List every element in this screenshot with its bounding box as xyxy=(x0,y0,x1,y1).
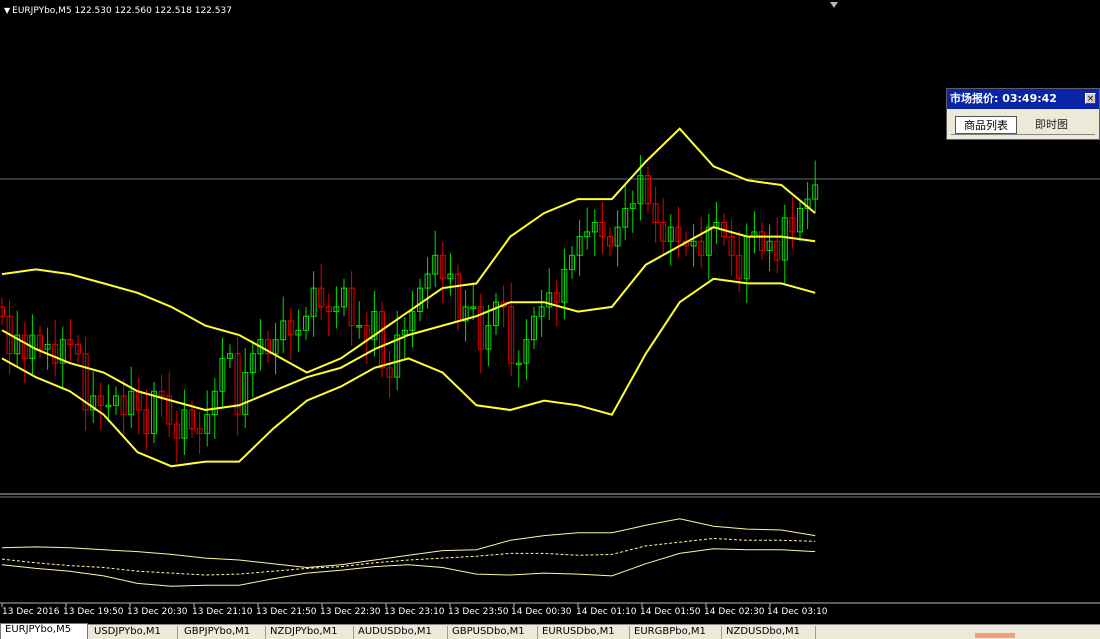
chart-header: ▼ EURJPYbo,M5 122.530 122.560 122.518 122… xyxy=(4,6,232,16)
indicator-lower-line xyxy=(1,548,816,587)
time-label: 14 Dec 01:10 xyxy=(576,607,637,617)
tab-nzdusd[interactable]: NZDUSDbo,M1 xyxy=(722,626,816,639)
close-icon[interactable]: × xyxy=(1085,93,1096,104)
time-label: 14 Dec 01:50 xyxy=(640,607,701,617)
tab-gbpjpy[interactable]: GBPJPYbo,M1 xyxy=(180,626,266,639)
market-watch-divider xyxy=(951,134,1095,135)
tab-tick-chart[interactable]: 即时图 xyxy=(1027,116,1076,134)
symbol-ohlc-text: EURJPYbo,M5 122.530 122.560 122.518 122.… xyxy=(12,6,232,16)
candles-group xyxy=(0,155,819,463)
time-label: 13 Dec 2016 xyxy=(2,607,60,617)
tab-gbpusd[interactable]: GBPUSDbo,M1 xyxy=(448,626,538,639)
chart-canvas[interactable] xyxy=(0,0,1100,638)
time-label: 13 Dec 20:30 xyxy=(127,607,188,617)
market-watch-window[interactable]: 市场报价: 03:49:42 × 商品列表 即时图 xyxy=(946,88,1100,140)
time-label: 14 Dec 03:10 xyxy=(767,607,828,617)
tab-nzdjpy[interactable]: NZDJPYbo,M1 xyxy=(266,626,354,639)
tab-audusd[interactable]: AUDUSDbo,M1 xyxy=(354,626,448,639)
tab-usdjpy[interactable]: USDJPYbo,M1 xyxy=(90,626,178,639)
tab-eurusd[interactable]: EURUSDbo,M1 xyxy=(538,626,630,639)
market-watch-title[interactable]: 市场报价: 03:49:42 xyxy=(947,89,1099,109)
time-label: 14 Dec 00:30 xyxy=(511,607,572,617)
time-label: 14 Dec 02:30 xyxy=(704,607,765,617)
indicator-pane xyxy=(1,518,816,587)
time-label: 13 Dec 22:30 xyxy=(320,607,381,617)
time-label: 13 Dec 23:10 xyxy=(384,607,445,617)
symbol-tab-bar: EURJPYbo,M5 USDJPYbo,M1 GBPJPYbo,M1 NZDJ… xyxy=(0,623,1100,639)
scroll-marker xyxy=(975,633,1015,638)
tab-symbols[interactable]: 商品列表 xyxy=(955,116,1017,134)
shift-arrow-icon[interactable] xyxy=(830,2,838,8)
time-label: 13 Dec 21:50 xyxy=(256,607,317,617)
time-label: 13 Dec 23:50 xyxy=(448,607,509,617)
tab-eurjpy[interactable]: EURJPYbo,M5 xyxy=(0,623,88,639)
dropdown-triangle-icon[interactable]: ▼ xyxy=(4,6,10,15)
time-label: 13 Dec 21:10 xyxy=(192,607,253,617)
tab-eurgbp[interactable]: EURGBPbo,M1 xyxy=(630,626,722,639)
time-label: 13 Dec 19:50 xyxy=(63,607,124,617)
indicator-middle-line xyxy=(1,537,816,576)
lower-band-line xyxy=(1,277,816,468)
